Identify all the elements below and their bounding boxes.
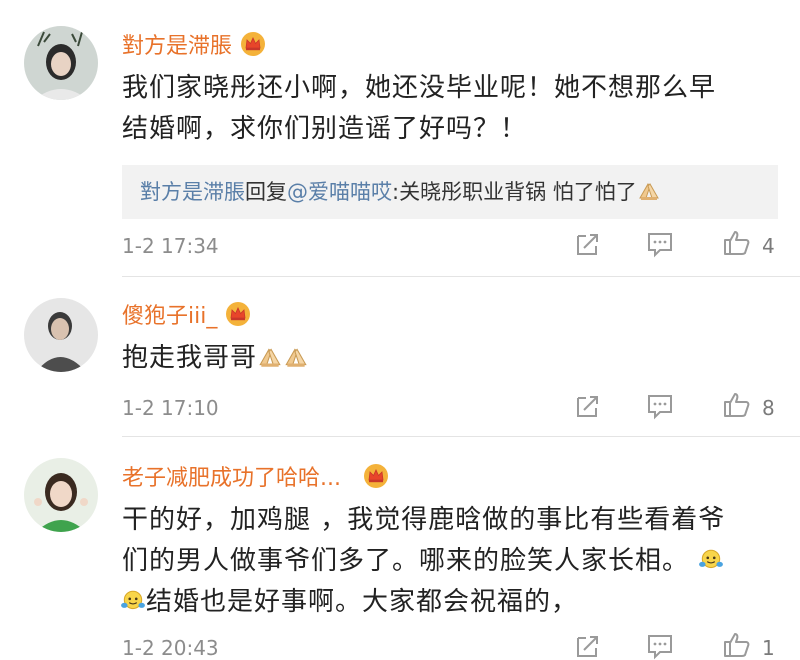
divider — [122, 276, 800, 277]
share-icon[interactable] — [574, 230, 602, 258]
thumbs-up-icon[interactable] — [722, 228, 752, 258]
share-icon[interactable] — [574, 632, 602, 660]
crown-icon — [225, 301, 251, 327]
comment-item: 對方是滞脹 我们家晓彤还小啊，她还没毕业呢！她不想那么早 结婚啊，求你们别造谣了… — [0, 0, 800, 277]
comment-text-line: 抱走我哥哥 — [122, 343, 258, 373]
thumbs-up-icon[interactable] — [722, 390, 752, 420]
comment-icon[interactable] — [646, 392, 674, 420]
crown-icon — [240, 31, 266, 57]
like-count: 1 — [762, 636, 775, 660]
comment-icon[interactable] — [646, 230, 674, 258]
avatar[interactable] — [24, 298, 98, 372]
pray-hands-emoji — [639, 183, 659, 201]
reply-mention[interactable]: @爱喵喵哎 — [287, 180, 392, 204]
reply-box[interactable]: 對方是滞脹回复@爱喵喵哎:关晓彤职业背锅 怕了怕了 — [122, 165, 778, 219]
timestamp: 1-2 17:10 — [122, 396, 219, 420]
avatar[interactable] — [24, 458, 98, 532]
reply-text: :关晓彤职业背锅 怕了怕了 — [392, 180, 637, 204]
username-text[interactable]: 對方是滞脹 — [122, 34, 232, 59]
face-emoji — [120, 590, 146, 610]
reply-verb: 回复 — [245, 180, 287, 204]
pray-hands-emoji — [285, 348, 307, 368]
comment-text-line: 结婚啊，求你们别造谣了好吗？！ — [122, 114, 528, 144]
comment-text: 干的好，加鸡腿 ，我觉得鹿晗做的事比有些看着爷 们的男人做事爷们多了。哪来的脸笑… — [120, 500, 770, 623]
comment-text-line: 我们家晓彤还小啊，她还没毕业呢！她不想那么早 — [122, 73, 717, 103]
comment-text-line: 们的男人做事爷们多了。哪来的脸笑人家长相。 — [122, 541, 770, 582]
pray-hands-emoji — [259, 348, 281, 368]
share-icon[interactable] — [574, 392, 602, 420]
username-text[interactable]: 老子减肥成功了哈哈... — [122, 466, 341, 491]
face-emoji — [698, 549, 724, 569]
comment-item: 傻狍子iii_ 抱走我哥哥 1-2 17:10 8 — [0, 278, 800, 438]
comment-text-line: 结婚也是好事啊。大家都会祝福的， — [120, 582, 770, 623]
comment-item: 老子减肥成功了哈哈... 干的好，加鸡腿 ，我觉得鹿晗做的事比有些看着爷 们的男… — [0, 440, 800, 660]
crown-icon — [363, 463, 389, 489]
timestamp: 1-2 17:34 — [122, 234, 219, 258]
timestamp: 1-2 20:43 — [122, 636, 219, 660]
username[interactable]: 傻狍子iii_ — [122, 298, 251, 330]
username[interactable]: 老子减肥成功了哈哈... — [122, 460, 389, 492]
avatar[interactable] — [24, 26, 98, 100]
comment-icon[interactable] — [646, 632, 674, 660]
thumbs-up-icon[interactable] — [722, 630, 752, 660]
comment-text-line: 干的好，加鸡腿 ，我觉得鹿晗做的事比有些看着爷 — [122, 505, 726, 535]
comment-text: 我们家晓彤还小啊，她还没毕业呢！她不想那么早 结婚啊，求你们别造谣了好吗？！ — [122, 68, 770, 150]
comment-text: 抱走我哥哥 — [122, 338, 770, 379]
reply-author[interactable]: 對方是滞脹 — [140, 180, 245, 204]
username[interactable]: 對方是滞脹 — [122, 28, 266, 60]
like-count: 4 — [762, 234, 775, 258]
divider — [122, 436, 800, 437]
username-text[interactable]: 傻狍子iii_ — [122, 304, 217, 329]
like-count: 8 — [762, 396, 775, 420]
